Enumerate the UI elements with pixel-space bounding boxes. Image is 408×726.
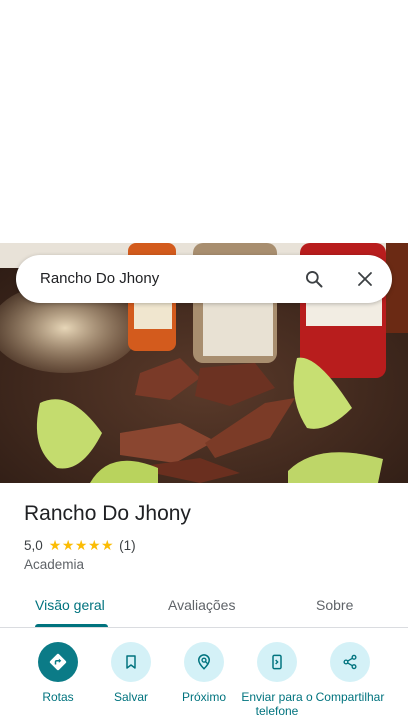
save-label: Salvar — [113, 690, 148, 704]
send-to-phone-label: Enviar para o telefone — [241, 690, 313, 718]
star-icon: ★ — [74, 537, 88, 553]
star-icon: ★ — [101, 537, 114, 553]
directions-label: Rotas — [42, 690, 74, 704]
nearby-button[interactable]: Próximo — [164, 642, 244, 704]
tab-about[interactable]: Sobre — [316, 597, 353, 613]
share-button[interactable]: Compartilhar — [310, 642, 390, 704]
share-icon[interactable] — [330, 642, 370, 682]
star-icon: ★ — [87, 537, 101, 553]
star-icon: ★ — [48, 537, 62, 553]
review-count[interactable]: (1) — [119, 538, 136, 553]
place-title: Rancho Do Jhony — [24, 502, 191, 525]
directions-button[interactable]: Rotas — [18, 642, 98, 704]
tabs-divider — [0, 627, 408, 628]
search-icon[interactable] — [302, 267, 326, 291]
nearby-icon[interactable] — [184, 642, 224, 682]
tab-overview[interactable]: Visão geral — [35, 597, 105, 613]
rating-value: 5,0 — [24, 537, 43, 553]
rating-row[interactable]: 5,0 ★ ★ ★ ★ ★ (1) — [24, 537, 136, 553]
search-bar[interactable]: Rancho Do Jhony — [16, 255, 392, 303]
send-to-phone-button[interactable]: Enviar para o telefone — [237, 642, 317, 718]
send-to-phone-icon[interactable] — [257, 642, 297, 682]
search-input[interactable]: Rancho Do Jhony — [40, 255, 159, 303]
star-rating: ★ ★ ★ ★ ★ — [49, 538, 114, 552]
bookmark-icon[interactable] — [111, 642, 151, 682]
place-category[interactable]: Academia — [24, 557, 84, 572]
directions-icon[interactable] — [38, 642, 78, 682]
tab-reviews[interactable]: Avaliações — [168, 597, 235, 613]
save-button[interactable]: Salvar — [91, 642, 171, 704]
close-icon[interactable] — [353, 267, 377, 291]
nearby-label: Próximo — [181, 690, 226, 704]
share-label: Compartilhar — [315, 690, 385, 704]
star-icon: ★ — [61, 537, 75, 553]
